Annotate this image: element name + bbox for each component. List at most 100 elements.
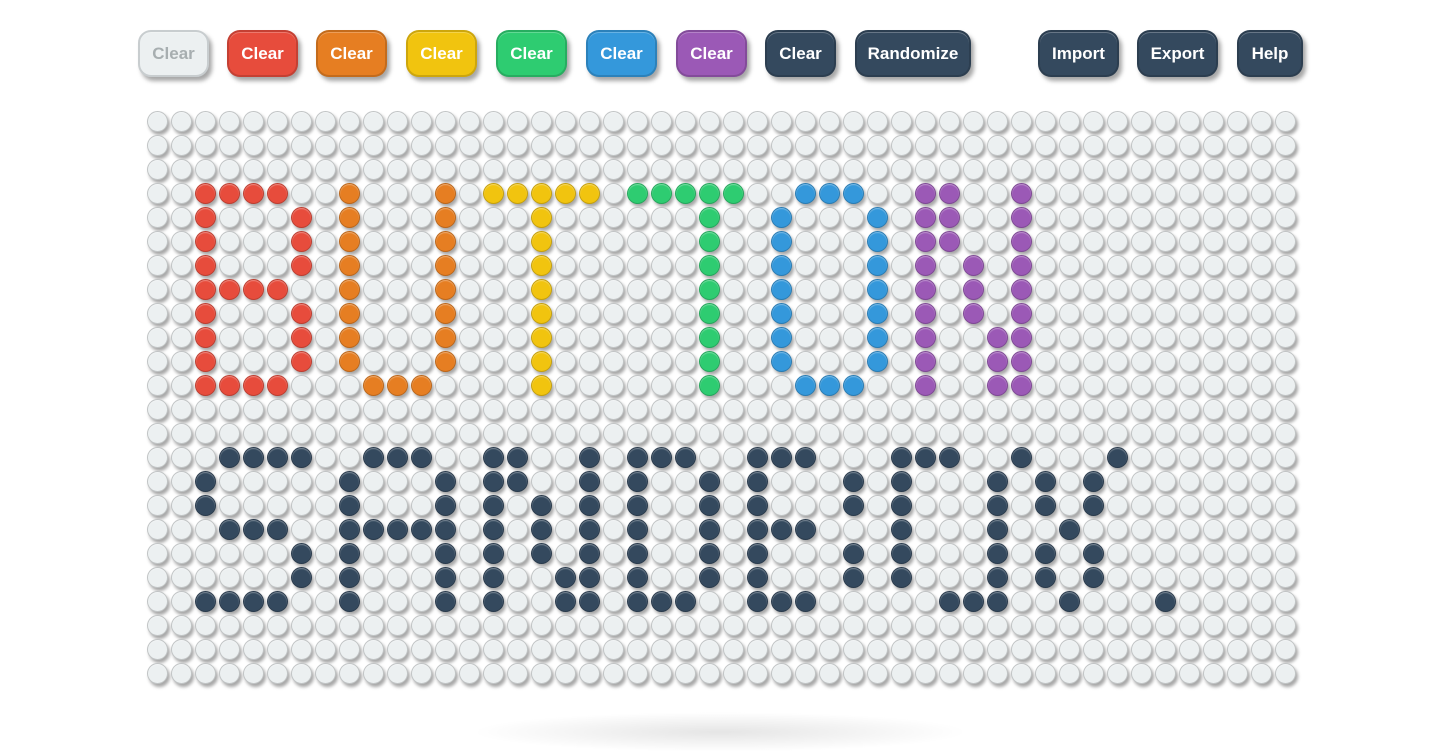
bead[interactable] [867,519,888,540]
bead[interactable] [699,135,720,156]
bead[interactable] [1131,183,1152,204]
bead[interactable] [507,519,528,540]
bead[interactable] [747,639,768,660]
bead[interactable] [387,327,408,348]
bead[interactable] [915,615,936,636]
bead[interactable] [987,567,1008,588]
bead[interactable] [603,399,624,420]
bead[interactable] [771,663,792,684]
bead[interactable] [915,399,936,420]
bead[interactable] [267,519,288,540]
bead[interactable] [531,231,552,252]
bead[interactable] [1203,447,1224,468]
bead[interactable] [435,567,456,588]
bead[interactable] [1107,423,1128,444]
bead[interactable] [891,471,912,492]
bead[interactable] [963,519,984,540]
bead[interactable] [747,327,768,348]
bead[interactable] [747,471,768,492]
bead[interactable] [1107,279,1128,300]
bead[interactable] [147,591,168,612]
bead[interactable] [267,327,288,348]
clear-red-button[interactable]: Clear [227,30,298,77]
bead[interactable] [963,423,984,444]
bead[interactable] [1131,663,1152,684]
bead[interactable] [675,231,696,252]
bead[interactable] [795,543,816,564]
bead[interactable] [195,471,216,492]
bead[interactable] [651,663,672,684]
bead[interactable] [1227,495,1248,516]
bead[interactable] [555,255,576,276]
bead[interactable] [1275,255,1296,276]
bead[interactable] [555,423,576,444]
bead[interactable] [387,231,408,252]
bead[interactable] [987,375,1008,396]
bead[interactable] [1107,591,1128,612]
bead[interactable] [795,591,816,612]
bead[interactable] [891,567,912,588]
bead[interactable] [435,519,456,540]
bead[interactable] [843,375,864,396]
bead[interactable] [459,231,480,252]
bead[interactable] [603,231,624,252]
bead[interactable] [435,471,456,492]
bead[interactable] [1155,423,1176,444]
bead[interactable] [363,615,384,636]
bead[interactable] [1251,159,1272,180]
bead[interactable] [411,591,432,612]
bead[interactable] [987,639,1008,660]
bead[interactable] [459,495,480,516]
bead[interactable] [627,423,648,444]
clear-yellow-button[interactable]: Clear [406,30,477,77]
bead[interactable] [627,351,648,372]
bead[interactable] [459,255,480,276]
bead[interactable] [987,663,1008,684]
bead[interactable] [219,567,240,588]
bead[interactable] [747,183,768,204]
bead[interactable] [1131,135,1152,156]
bead[interactable] [387,303,408,324]
bead[interactable] [1251,279,1272,300]
bead[interactable] [603,639,624,660]
bead[interactable] [315,567,336,588]
bead[interactable] [651,519,672,540]
bead[interactable] [1203,255,1224,276]
bead[interactable] [291,495,312,516]
bead[interactable] [1227,255,1248,276]
bead[interactable] [939,399,960,420]
bead[interactable] [1131,351,1152,372]
bead[interactable] [891,231,912,252]
bead[interactable] [1035,303,1056,324]
bead[interactable] [387,663,408,684]
bead[interactable] [531,351,552,372]
bead[interactable] [435,399,456,420]
bead[interactable] [507,447,528,468]
bead[interactable] [411,303,432,324]
bead[interactable] [1059,351,1080,372]
bead[interactable] [507,231,528,252]
bead[interactable] [171,279,192,300]
bead[interactable] [1275,327,1296,348]
bead[interactable] [507,183,528,204]
bead[interactable] [291,183,312,204]
bead[interactable] [219,591,240,612]
bead[interactable] [891,423,912,444]
bead[interactable] [531,327,552,348]
bead[interactable] [243,135,264,156]
bead[interactable] [171,375,192,396]
bead[interactable] [939,303,960,324]
bead[interactable] [363,183,384,204]
bead[interactable] [1179,519,1200,540]
bead[interactable] [675,207,696,228]
bead[interactable] [387,183,408,204]
bead[interactable] [387,591,408,612]
bead[interactable] [1203,471,1224,492]
bead[interactable] [1227,639,1248,660]
bead[interactable] [219,639,240,660]
bead[interactable] [387,423,408,444]
bead[interactable] [579,135,600,156]
bead[interactable] [723,327,744,348]
bead[interactable] [891,399,912,420]
bead[interactable] [675,351,696,372]
